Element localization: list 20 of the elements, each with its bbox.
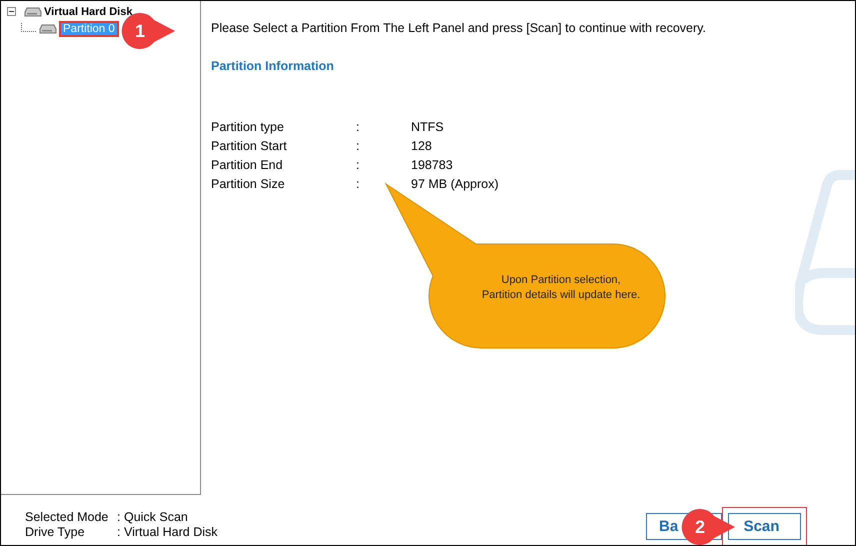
callout-text: Upon Partition selection, Partition details will update here. <box>481 273 641 303</box>
info-value: 128 <box>411 139 433 153</box>
status-label: Selected Mode <box>25 510 110 524</box>
info-separator: : <box>356 120 360 134</box>
info-label: Partition End <box>211 158 284 172</box>
info-value: NTFS <box>411 120 445 134</box>
instruction-text: Please Select a Partition From The Left Panel and press [Scan] to continue with recovery. <box>211 21 707 35</box>
info-label: Partition Start <box>211 139 288 153</box>
section-title: Partition Information <box>211 59 335 73</box>
status-value: : Quick Scan <box>117 510 189 524</box>
info-label: Partition type <box>211 120 285 134</box>
step-tooltip: 2 <box>681 508 737 545</box>
status-label: Drive Type <box>25 524 86 538</box>
info-label: Partition Size <box>211 177 286 191</box>
info-separator: : <box>356 177 360 191</box>
info-separator: : <box>356 139 360 153</box>
info-value: 97 MB (Approx) <box>411 177 499 191</box>
info-value: 198783 <box>411 158 454 172</box>
status-value: : Virtual Hard Disk <box>117 524 218 538</box>
info-separator: : <box>356 158 360 172</box>
